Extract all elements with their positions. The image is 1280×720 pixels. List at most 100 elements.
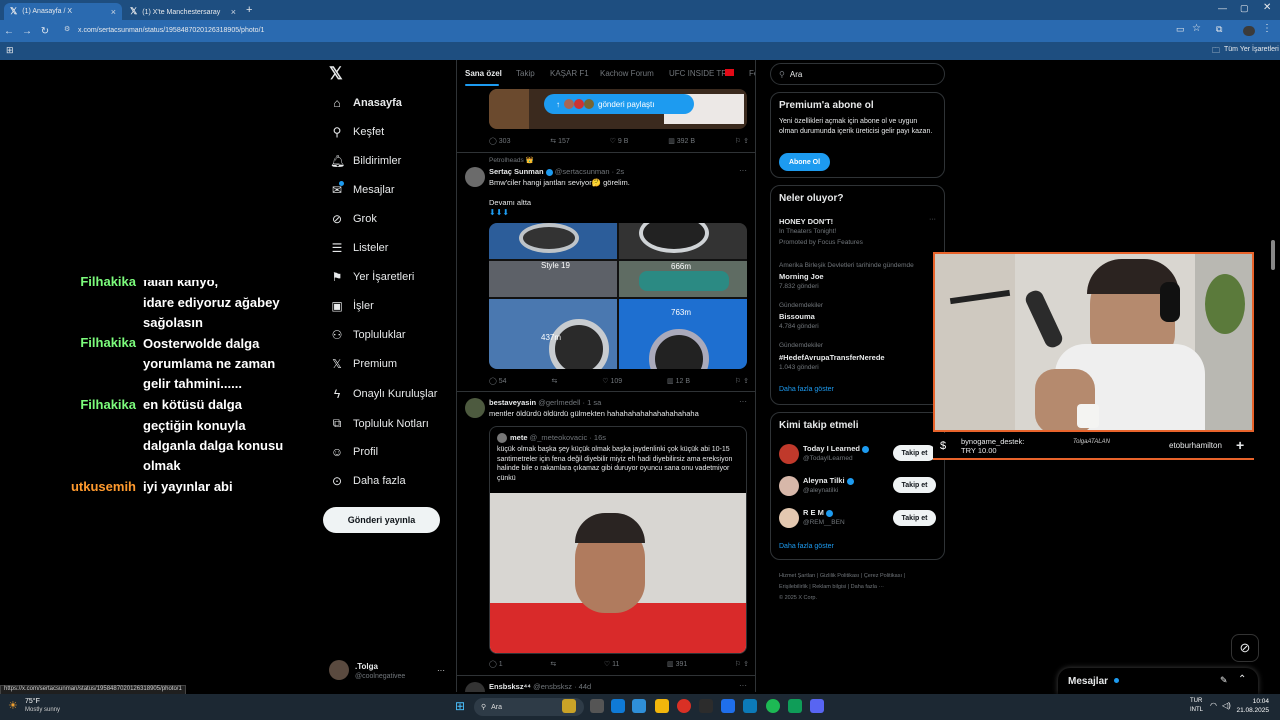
spotify-icon[interactable] [766,699,780,713]
share-actions[interactable]: ⚐ ⇪ [735,377,749,385]
show-more-trends-link[interactable]: Daha fazla göster [779,386,834,393]
share-actions[interactable]: ⚐ ⇪ [735,137,749,145]
sidebar-item-notifications[interactable]: 🔔︎ Bildirimler [330,154,401,168]
sidebar-item-more[interactable]: ⊙ Daha fazla [330,474,406,488]
steam-icon[interactable] [743,699,757,713]
expand-icon[interactable]: ⌃ [1238,674,1246,685]
app-icon[interactable] [632,699,646,713]
subscribe-button[interactable]: Abone Ol [779,153,830,171]
maximize-button[interactable]: ▢ [1240,3,1249,14]
back-icon[interactable]: ← [0,26,18,37]
sidebar-item-community-notes[interactable]: ⧉ Topluluk Notları [330,416,429,431]
wifi-icon[interactable]: ◠ [1210,701,1217,710]
footer-link[interactable]: Çerez Politikası [864,573,902,579]
close-window-button[interactable]: ✕ [1263,2,1271,13]
reply-button[interactable]: ◯ 303 [489,137,510,145]
page-scrollbar[interactable] [1271,240,1275,270]
sidebar-item-jobs[interactable]: ▣ İşler [330,299,373,313]
cast-icon[interactable]: ▭ [1176,24,1185,35]
star-icon[interactable]: ☆ [1192,23,1201,34]
follow-button[interactable]: Takip et [893,477,936,493]
app-icon[interactable] [562,699,576,713]
tab-more[interactable]: Fo [749,69,755,78]
new-message-icon[interactable]: ✎ [1220,675,1228,686]
sidebar-item-messages[interactable]: ✉ Mesajlar [330,181,395,197]
search-input[interactable]: ⚲ Ara [770,63,945,85]
follow-name[interactable]: R E M [803,508,833,517]
grok-fab-icon[interactable]: ⊘ [1231,634,1259,662]
file-explorer-icon[interactable] [655,699,669,713]
tab-following[interactable]: Takip [516,69,535,78]
trend-name[interactable]: Bissouma [779,312,815,321]
clock-time[interactable]: 10:04 [1245,698,1269,705]
show-more-follow-link[interactable]: Daha fazla göster [779,543,834,550]
footer-link[interactable]: Erişilebilirlik [779,584,808,590]
author-name[interactable]: Sertaç Sunman [489,167,544,176]
post-context[interactable]: Petrolheads 👑 [489,156,534,164]
sidebar-item-communities[interactable]: ⚇ Topluluklar [330,328,406,342]
post-image-grid[interactable]: Style 19 666m 437m 763m [489,223,747,369]
browser-tab-2[interactable]: 𝕏 (1) X'te Manchestersaray ◎ ... × [124,3,242,20]
like-button[interactable]: ♡ 9 B [610,137,629,145]
sidebar-item-verified-orgs[interactable]: ϟ Onaylı Kuruluşlar [330,387,438,401]
profile-avatar[interactable] [1243,26,1255,36]
sidebar-item-home[interactable]: ⌂ Anasayfa [330,96,402,110]
extensions-icon[interactable]: ⧉ [1216,24,1222,35]
account-avatar[interactable] [329,660,349,680]
avatar[interactable] [779,444,799,464]
post-more-icon[interactable]: ··· [739,166,747,175]
all-bookmarks-link[interactable]: Tüm Yer İşaretleri [1224,46,1279,53]
avatar[interactable] [465,167,485,187]
sidebar-item-premium[interactable]: 𝕏 Premium [330,357,397,371]
like-button[interactable]: ♡ 109 [602,377,622,385]
app-icon[interactable] [699,699,713,713]
trend-name[interactable]: Morning Joe [779,272,824,281]
author-name[interactable]: Ensbsksz⁴⁴ [489,682,531,691]
close-tab-icon[interactable]: × [231,7,236,17]
tab-kachow-forum[interactable]: Kachow Forum [600,69,654,78]
reload-icon[interactable]: ↻ [36,26,54,37]
windows-start-icon[interactable]: ⊞ [455,699,465,713]
tab-kasar-f1[interactable]: KAŞAR F1 [550,69,589,78]
follow-name[interactable]: Aleyna Tilki [803,476,854,485]
post-more-icon[interactable]: ··· [739,397,747,406]
avatar[interactable] [465,682,485,692]
like-button[interactable]: ♡ 11 [604,660,620,668]
messages-drawer[interactable]: Mesajlar ✎ ⌃ [1058,668,1258,694]
views-button[interactable]: ▥ 391 [667,660,687,668]
app-icon[interactable] [721,699,735,713]
sidebar-item-grok[interactable]: ⊘ Grok [330,212,377,226]
footer-link[interactable]: Reklam bilgisi [812,584,846,590]
footer-link[interactable]: Daha fazla ··· [851,584,884,590]
trend-name[interactable]: HONEY DON'T! [779,217,833,226]
close-tab-icon[interactable]: × [111,7,116,17]
reply-button[interactable]: ◯ 54 [489,377,507,385]
follow-button[interactable]: Takip et [893,445,936,461]
weather-temp[interactable]: 75°F [25,698,40,705]
language-indicator[interactable]: TUR [1190,698,1202,704]
chrome-icon[interactable] [677,699,691,713]
app-icon[interactable] [788,699,802,713]
tab-ufc-inside-tr[interactable]: UFC INSIDE TR [669,69,727,78]
sidebar-item-profile[interactable]: ☺ Profil [330,445,378,459]
site-info-icon[interactable]: ⚙ [64,25,70,33]
sidebar-item-lists[interactable]: ☰ Listeler [330,241,389,255]
repost-button[interactable]: ⇆ [550,660,556,668]
url-field[interactable]: x.com/sertacsunman/status/19584870201263… [78,24,264,38]
volume-icon[interactable]: ◁) [1222,701,1231,710]
footer-link[interactable]: Gizlilik Politikası [820,573,859,579]
repost-button[interactable]: ⇆ 157 [550,137,570,145]
discord-icon[interactable] [810,699,824,713]
sidebar-item-bookmarks[interactable]: ⚑ Yer İşaretleri [330,270,415,284]
author-name[interactable]: bestaveyasin [489,398,536,407]
avatar[interactable] [779,508,799,528]
tab-for-you[interactable]: Sana özel [465,69,502,78]
share-actions[interactable]: ⚐ ⇪ [735,660,749,668]
post-more-icon[interactable]: ··· [739,681,747,690]
minimize-button[interactable]: — [1218,3,1227,13]
post-button[interactable]: Gönderi yayınla [323,507,440,533]
edge-icon[interactable] [611,699,625,713]
x-logo-icon[interactable]: 𝕏 [329,64,343,84]
new-posts-pill[interactable]: ↑ gönderi paylaştı [544,94,694,114]
reply-button[interactable]: ◯ 1 [489,660,503,668]
